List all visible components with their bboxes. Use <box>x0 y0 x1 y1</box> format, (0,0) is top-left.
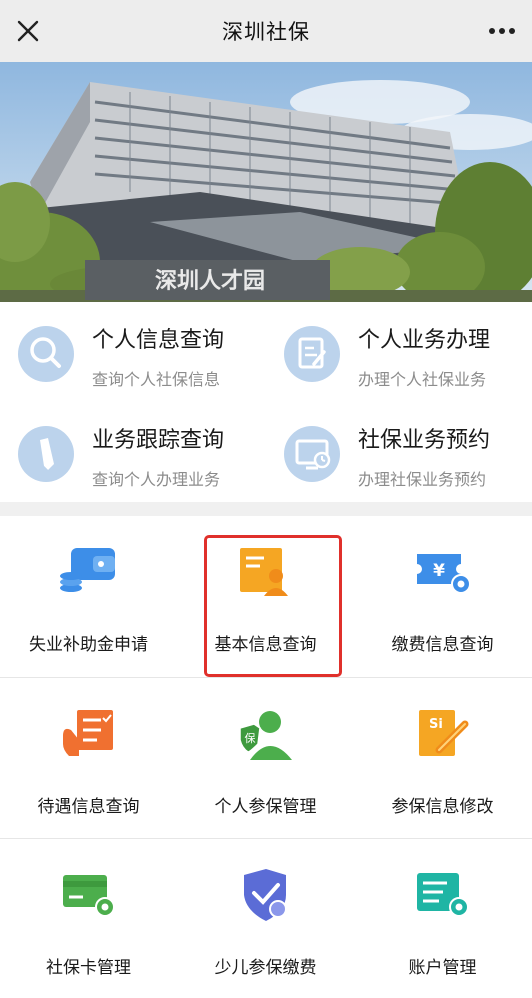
service-label: 少儿参保缴费 <box>214 958 317 978</box>
page-title: 深圳社保 <box>222 20 310 44</box>
banner-image: 深圳人才园 <box>0 62 532 302</box>
pencil-icon <box>18 426 74 482</box>
quick-item-personal-info[interactable]: 个人信息查询 查询个人社保信息 <box>0 302 262 398</box>
close-icon[interactable] <box>14 17 42 45</box>
service-label: 参保信息修改 <box>391 797 494 817</box>
service-label: 基本信息查询 <box>214 635 317 655</box>
service-label: 缴费信息查询 <box>391 635 494 655</box>
service-unemployment-subsidy[interactable]: 失业补助金申请 <box>0 516 177 676</box>
services-grid: 失业补助金申请 基本信息查询 ¥ 缴费信息查询 待遇信息查询 保 个人参保管理 … <box>0 516 532 998</box>
service-basic-info[interactable]: 基本信息查询 <box>177 516 354 676</box>
service-children-insurance[interactable]: 少儿参保缴费 <box>177 839 354 998</box>
service-label: 失业补助金申请 <box>29 635 148 655</box>
quick-item-title: 个人信息查询 <box>92 328 225 353</box>
service-payment-info[interactable]: ¥ 缴费信息查询 <box>354 516 531 676</box>
shield-check-icon <box>244 869 287 921</box>
quick-services: 个人信息查询 查询个人社保信息 个人业务办理 办理个人社保业务 业务跟踪查询 查… <box>0 302 532 502</box>
quick-item-business-tracking[interactable]: 业务跟踪查询 查询个人办理业务 <box>0 402 262 498</box>
service-label: 个人参保管理 <box>214 797 317 817</box>
hand-checklist-icon <box>63 710 113 756</box>
service-modify-insurance[interactable]: Si 参保信息修改 <box>354 678 531 838</box>
service-label: 账户管理 <box>408 958 477 978</box>
profile-document-icon <box>240 548 288 596</box>
document-edit-icon <box>284 326 340 382</box>
wallet-coins-icon <box>60 548 115 592</box>
monitor-clock-icon <box>284 426 340 482</box>
svg-text:保: 保 <box>245 731 256 745</box>
card-gear-icon <box>63 875 115 917</box>
more-icon[interactable] <box>486 17 518 45</box>
list-gear-icon <box>417 873 469 917</box>
service-personal-insurance[interactable]: 保 个人参保管理 <box>177 678 354 838</box>
quick-item-title: 个人业务办理 <box>358 328 491 353</box>
quick-item-subtitle: 办理个人社保业务 <box>358 370 487 389</box>
service-benefit-info[interactable]: 待遇信息查询 <box>0 678 177 838</box>
quick-item-appointment[interactable]: 社保业务预约 办理社保业务预约 <box>266 402 528 498</box>
yuan-ticket-gear-icon: ¥ <box>417 554 471 594</box>
svg-text:Si: Si <box>429 717 443 732</box>
quick-item-title: 业务跟踪查询 <box>92 428 225 453</box>
quick-item-title: 社保业务预约 <box>358 428 491 453</box>
service-account-management[interactable]: 账户管理 <box>354 839 531 998</box>
quick-item-subtitle: 查询个人办理业务 <box>92 470 221 489</box>
si-document-edit-icon: Si <box>419 710 469 756</box>
quick-item-subtitle: 办理社保业务预约 <box>358 470 487 489</box>
banner-sign-text: 深圳人才园 <box>155 268 265 294</box>
search-icon <box>18 326 74 382</box>
service-label: 社保卡管理 <box>46 958 131 978</box>
quick-item-subtitle: 查询个人社保信息 <box>92 370 221 389</box>
quick-item-personal-business[interactable]: 个人业务办理 办理个人社保业务 <box>266 302 528 398</box>
service-label: 待遇信息查询 <box>37 797 140 817</box>
title-bar: 深圳社保 <box>0 0 532 62</box>
service-card-management[interactable]: 社保卡管理 <box>0 839 177 998</box>
section-divider <box>0 502 532 516</box>
svg-text:¥: ¥ <box>433 561 445 581</box>
insured-person-icon: 保 <box>239 711 292 760</box>
